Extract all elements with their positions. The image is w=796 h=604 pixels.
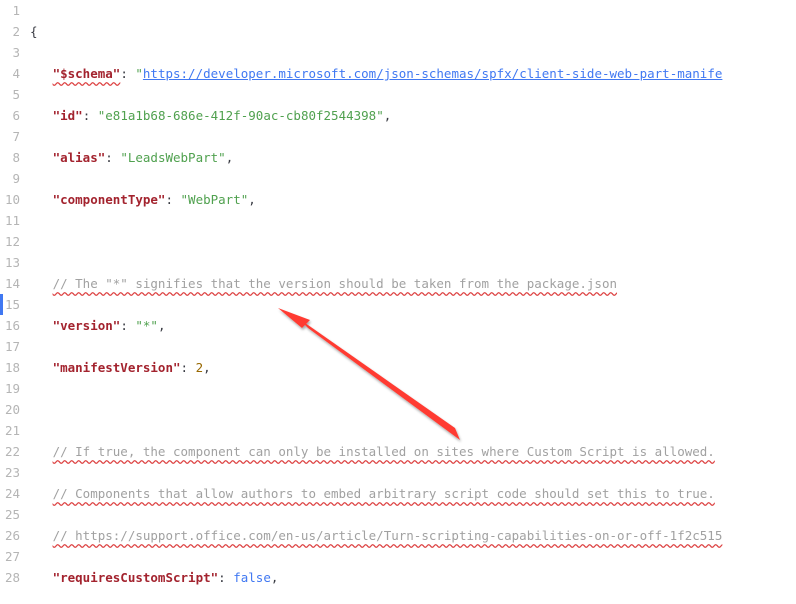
line-number: 10 (0, 189, 20, 210)
code-editor[interactable]: { "$schema": "https://developer.microsof… (30, 0, 796, 604)
schema-url[interactable]: https://developer.microsoft.com/json-sch… (143, 66, 722, 81)
line-number: 8 (0, 147, 20, 168)
line-number: 15 (0, 294, 20, 315)
line-number: 11 (0, 210, 20, 231)
line-number: 26 (0, 525, 20, 546)
code-line[interactable]: { (30, 21, 796, 42)
code-line[interactable] (30, 399, 796, 420)
line-number: 5 (0, 84, 20, 105)
code-line[interactable]: "requiresCustomScript": false, (30, 567, 796, 588)
line-number: 6 (0, 105, 20, 126)
line-number: 16 (0, 315, 20, 336)
line-number: 12 (0, 231, 20, 252)
line-number: 3 (0, 42, 20, 63)
line-number: 23 (0, 462, 20, 483)
code-line[interactable]: "$schema": "https://developer.microsoft.… (30, 63, 796, 84)
code-line[interactable]: "manifestVersion": 2, (30, 357, 796, 378)
line-number: 18 (0, 357, 20, 378)
line-number: 4 (0, 63, 20, 84)
code-line[interactable]: "version": "*", (30, 315, 796, 336)
line-number: 13 (0, 252, 20, 273)
code-line[interactable]: // Components that allow authors to embe… (30, 483, 796, 504)
line-number: 14 (0, 273, 20, 294)
active-line-marker (0, 294, 3, 315)
code-line[interactable]: "componentType": "WebPart", (30, 189, 796, 210)
line-number: 19 (0, 378, 20, 399)
code-line[interactable]: // The "*" signifies that the version sh… (30, 273, 796, 294)
line-number: 28 (0, 567, 20, 588)
line-number: 25 (0, 504, 20, 525)
line-number: 7 (0, 126, 20, 147)
line-number: 22 (0, 441, 20, 462)
line-number: 20 (0, 399, 20, 420)
line-number: 27 (0, 546, 20, 567)
code-line[interactable]: // https://support.office.com/en-us/arti… (30, 525, 796, 546)
line-number: 17 (0, 336, 20, 357)
line-number: 2 (0, 21, 20, 42)
code-line[interactable]: "id": "e81a1b68-686e-412f-90ac-cb80f2544… (30, 105, 796, 126)
line-number: 24 (0, 483, 20, 504)
line-number: 1 (0, 0, 20, 21)
code-line[interactable]: // If true, the component can only be in… (30, 441, 796, 462)
code-line[interactable]: "alias": "LeadsWebPart", (30, 147, 796, 168)
line-number: 9 (0, 168, 20, 189)
line-number-gutter: 1 2 3 4 5 6 7 8 9 10 11 12 13 14 15 16 1… (0, 0, 30, 604)
code-line[interactable] (30, 231, 796, 252)
line-number: 21 (0, 420, 20, 441)
